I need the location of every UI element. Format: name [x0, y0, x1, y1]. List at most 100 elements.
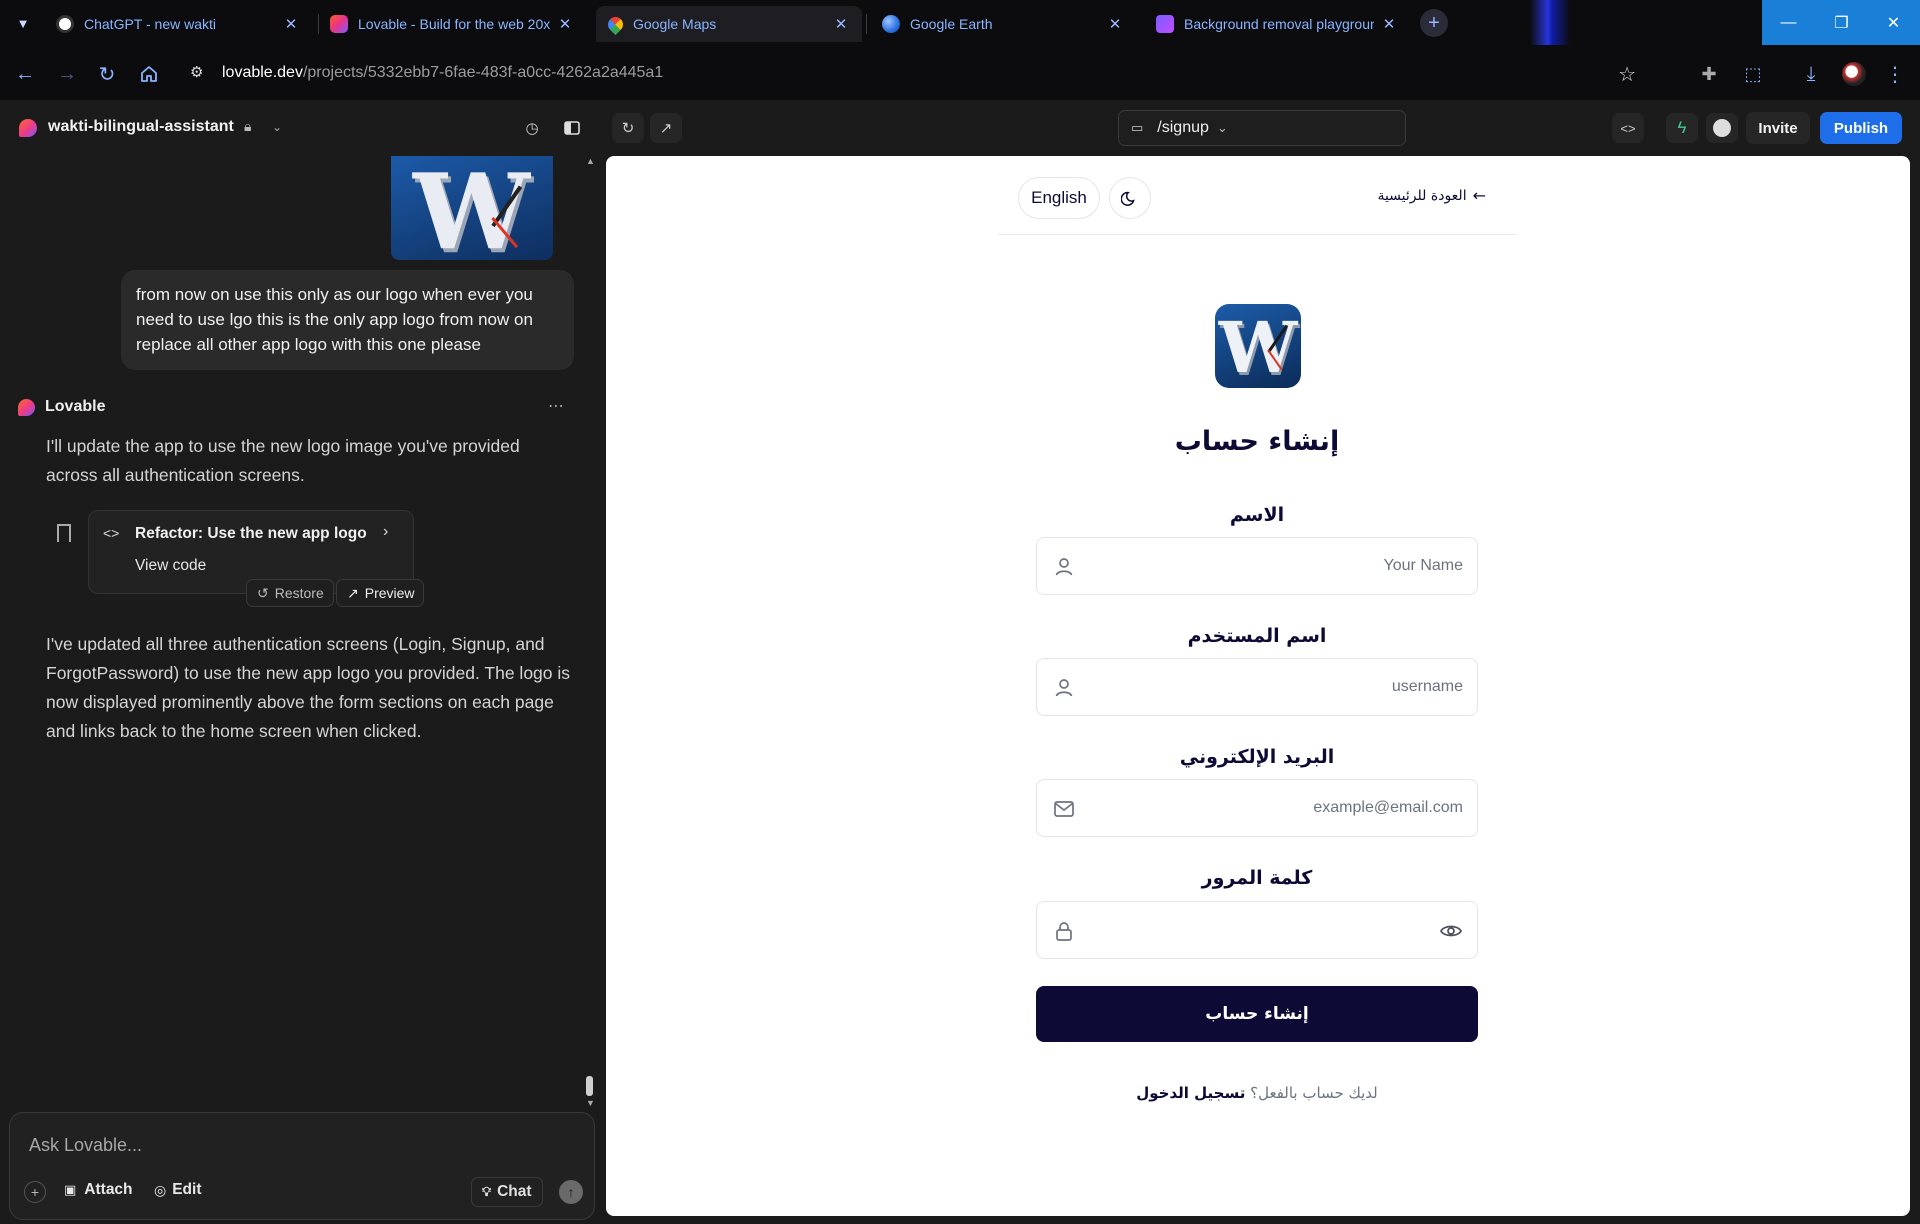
new-tab-button[interactable]: + — [1420, 9, 1448, 37]
send-button[interactable]: ↑ — [559, 1180, 583, 1204]
language-toggle-button[interactable]: English — [1018, 177, 1100, 219]
chat-panel: W from now on use this only as our logo … — [0, 156, 605, 1224]
chevron-down-icon[interactable]: ⌄ — [272, 120, 282, 134]
assistant-intro: I'll update the app to use the new logo … — [46, 436, 520, 485]
message-more-button[interactable]: ⋯ — [548, 396, 564, 416]
back-button[interactable]: ← — [8, 57, 42, 91]
lovable-logo[interactable] — [19, 119, 37, 137]
view-code-link[interactable]: View code — [135, 557, 206, 575]
edit-button[interactable]: ◎ Edit — [154, 1181, 202, 1199]
restore-window-icon: ❐ — [1834, 14, 1849, 32]
close-icon[interactable]: ✕ — [832, 15, 850, 33]
create-account-label: إنشاء حساب — [1205, 1004, 1309, 1024]
chat-label: Chat — [497, 1183, 532, 1200]
history-button[interactable]: ◷ — [520, 116, 544, 140]
close-icon[interactable]: ✕ — [282, 15, 300, 33]
attach-label: Attach — [84, 1181, 133, 1198]
scroll-up-arrow[interactable]: ▲ — [586, 156, 595, 166]
minimize-icon: — — [1780, 13, 1797, 31]
lock-icon: 🔒︎ — [244, 118, 252, 134]
restore-window-button[interactable]: ❐ — [1815, 0, 1868, 45]
project-name[interactable]: wakti-bilingual-assistant — [48, 118, 234, 136]
bookmark-star-icon[interactable]: ☆ — [1618, 62, 1636, 87]
site-info-icon[interactable]: ⚙ — [190, 63, 210, 83]
image-icon: ▣ — [64, 1182, 77, 1197]
browser-tab-chatgpt[interactable]: ChatGPT - new wakti ✕ — [44, 6, 312, 42]
refactor-title: Refactor: Use the new app logo — [135, 525, 367, 542]
home-button[interactable] — [132, 57, 166, 91]
scroll-thumb[interactable] — [586, 1076, 593, 1096]
have-account-text: لديك حساب بالفعل؟ — [1250, 1084, 1378, 1102]
app-logo[interactable]: W — [1215, 304, 1301, 388]
open-new-tab-button[interactable]: ↗ — [650, 113, 682, 143]
browser-menu-button[interactable]: ⋮ — [1878, 57, 1912, 91]
uploaded-logo-image[interactable]: W — [391, 156, 553, 260]
close-icon[interactable]: ✕ — [1106, 15, 1124, 33]
create-account-button[interactable]: إنشاء حساب — [1036, 986, 1478, 1042]
supabase-button[interactable]: ϟ — [1666, 113, 1698, 143]
forward-button[interactable]: → — [50, 57, 84, 91]
extension-button[interactable]: ⬚ — [1736, 57, 1770, 91]
publish-button[interactable]: Publish — [1820, 112, 1902, 144]
username-field[interactable]: username — [1036, 658, 1478, 716]
scroll-down-arrow[interactable]: ▼ — [586, 1098, 595, 1108]
extensions-button[interactable]: ✚ — [1692, 57, 1726, 91]
chat-scrollbar[interactable]: ▲ ▼ — [584, 156, 596, 1108]
browser-tab-google-maps[interactable]: Google Maps ✕ — [596, 6, 862, 42]
plus-icon: + — [30, 1184, 40, 1200]
lightbulb-icon: 💡︎ — [482, 1184, 492, 1199]
invite-button[interactable]: Invite — [1746, 112, 1810, 144]
preview-version-button[interactable]: ↗ Preview — [336, 579, 424, 607]
login-link[interactable]: تسجيل الدخول — [1136, 1084, 1245, 1102]
code-view-button[interactable]: <> — [1612, 113, 1644, 143]
monitor-icon: ▭ — [1131, 120, 1144, 135]
google-earth-icon — [882, 15, 900, 33]
tab-search-button[interactable]: ▼ — [10, 10, 36, 36]
restore-button[interactable]: ↺ Restore — [246, 579, 334, 607]
eye-icon[interactable] — [1439, 919, 1463, 943]
browser-tab-lovable[interactable]: Lovable - Build for the web 20x ✕ — [318, 6, 586, 42]
minimize-button[interactable]: — — [1762, 0, 1815, 45]
page-title: إنشاء حساب — [1174, 426, 1340, 457]
user-icon — [1055, 679, 1073, 697]
refresh-preview-button[interactable]: ↻ — [612, 113, 644, 143]
arrow-up-right-icon: ↗ — [347, 584, 359, 601]
chat-input[interactable]: Ask Lovable... — [29, 1135, 142, 1156]
email-field[interactable]: example@email.com — [1036, 779, 1478, 837]
toggle-sidebar-button[interactable] — [560, 116, 584, 140]
bookmark-icon[interactable] — [57, 524, 71, 542]
attach-button[interactable]: ▣ Attach — [64, 1181, 133, 1199]
assistant-name: Lovable — [45, 398, 106, 415]
reload-button[interactable]: ↻ — [90, 57, 124, 91]
chatgpt-icon — [56, 15, 74, 33]
chat-mode-button[interactable]: 💡︎ Chat — [471, 1177, 543, 1207]
downloads-button[interactable]: ⤓ — [1794, 57, 1828, 91]
arrow-left-icon: ← — [1472, 186, 1486, 205]
edit-label: Edit — [172, 1181, 202, 1198]
language-label: English — [1031, 188, 1087, 207]
target-icon: ◎ — [154, 1181, 167, 1198]
route-selector[interactable]: ▭ /signup ⌄ — [1118, 110, 1406, 146]
github-button[interactable] — [1706, 113, 1738, 143]
close-icon[interactable]: ✕ — [1380, 15, 1398, 33]
assistant-summary: I've updated all three authentication sc… — [46, 634, 571, 741]
password-field[interactable] — [1036, 901, 1478, 959]
more-vertical-icon: ⋮ — [1885, 63, 1905, 86]
email-label: البريد الإلكتروني — [1179, 746, 1335, 768]
code-icon: <> — [103, 525, 120, 541]
extension-icon: ⬚ — [1744, 63, 1762, 84]
profile-avatar[interactable] — [1842, 62, 1866, 86]
chat-composer[interactable]: Ask Lovable... + ▣ Attach ◎ Edit 💡︎ Chat ↑ — [9, 1112, 595, 1220]
add-button[interactable]: + — [24, 1181, 46, 1203]
theme-toggle-button[interactable] — [1109, 177, 1151, 219]
name-field[interactable]: Your Name — [1036, 537, 1478, 595]
puzzle-icon: ✚ — [1701, 63, 1717, 84]
browser-tab-background-removal[interactable]: Background removal playground ✕ — [1144, 6, 1410, 42]
restore-icon: ↺ — [257, 584, 269, 601]
email-placeholder: example@email.com — [1313, 799, 1463, 816]
address-bar[interactable]: ⚙ lovable.dev/projects/5332ebb7-6fae-483… — [180, 55, 1650, 91]
close-icon[interactable]: ✕ — [556, 15, 574, 33]
browser-tab-google-earth[interactable]: Google Earth ✕ — [870, 6, 1136, 42]
back-home-link[interactable]: العودة للرئيسية ← — [1366, 186, 1486, 205]
close-window-button[interactable]: ✕ — [1867, 0, 1920, 45]
